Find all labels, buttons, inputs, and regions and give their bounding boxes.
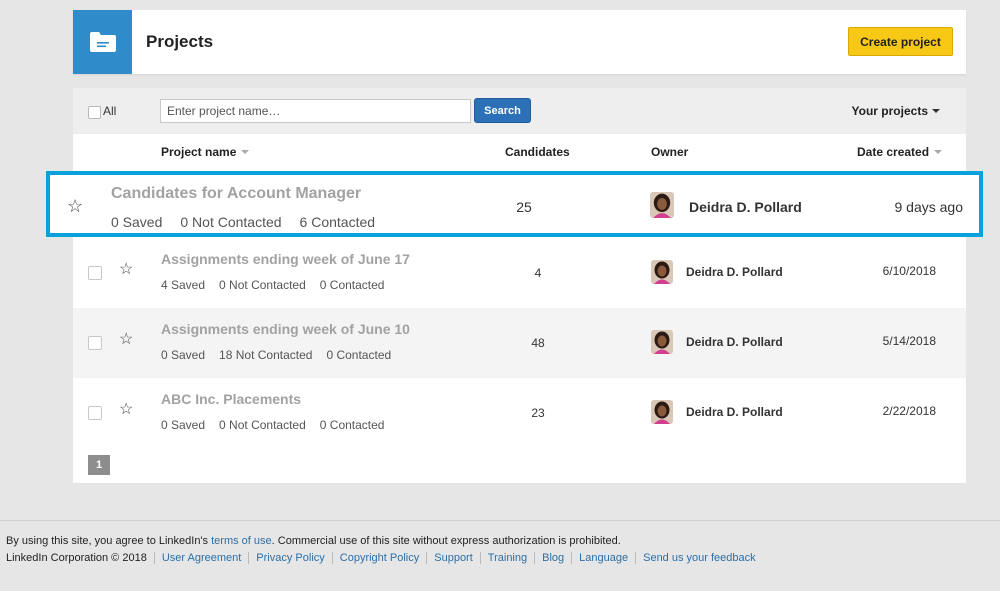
column-headers: Project name Candidates Owner Date creat… [73, 134, 966, 168]
column-date-created-label: Date created [857, 145, 930, 159]
project-name-link[interactable]: ABC Inc. Placements [161, 391, 301, 407]
saved-count[interactable]: 4 Saved [161, 278, 205, 292]
star-icon[interactable]: ☆ [119, 402, 133, 418]
candidates-count: 25 [516, 199, 532, 215]
divider [248, 552, 250, 564]
footer-link-blog[interactable]: Blog [542, 552, 564, 564]
footer-link-language[interactable]: Language [579, 552, 628, 564]
date-created: 2/22/2018 [882, 404, 936, 418]
page-footer: By using this site, you agree to LinkedI… [0, 520, 1000, 591]
projects-list: All Search Your projects Project name Ca… [73, 88, 966, 483]
not-contacted-count[interactable]: 0 Not Contacted [180, 214, 281, 230]
date-created: 9 days ago [894, 199, 964, 215]
avatar [651, 260, 673, 284]
contacted-count[interactable]: 6 Contacted [300, 214, 376, 230]
owner-name[interactable]: Deidra D. Pollard [686, 405, 783, 419]
search-button[interactable]: Search [474, 98, 531, 123]
chevron-down-icon [932, 109, 940, 113]
create-project-button[interactable]: Create project [848, 27, 953, 56]
column-owner-label: Owner [651, 145, 689, 159]
contacted-count[interactable]: 0 Contacted [320, 278, 385, 292]
list-toolbar: All Search Your projects [73, 88, 966, 134]
projects-header: Projects Create project [73, 10, 966, 74]
star-icon[interactable]: ☆ [119, 332, 133, 348]
project-stats: 0 Saved 0 Not Contacted 6 Contacted [111, 214, 393, 230]
saved-count[interactable]: 0 Saved [111, 214, 162, 230]
page-title: Projects [146, 32, 214, 51]
project-stats: 0 Saved 0 Not Contacted 0 Contacted [161, 418, 398, 432]
project-stats: 0 Saved 18 Not Contacted 0 Contacted [161, 348, 405, 362]
sort-icon [241, 150, 250, 154]
star-icon[interactable]: ☆ [67, 197, 83, 215]
project-name-link[interactable]: Assignments ending week of June 17 [161, 251, 410, 267]
footer-notice-suffix: . Commercial use of this site without ex… [271, 535, 621, 547]
search-input[interactable] [160, 99, 471, 123]
your-projects-label: Your projects [851, 104, 928, 118]
your-projects-dropdown[interactable]: Your projects [852, 104, 940, 118]
row-checkbox[interactable] [88, 406, 102, 420]
table-row[interactable]: ☆ Assignments ending week of June 10 0 S… [73, 308, 966, 378]
divider [479, 552, 481, 564]
table-row-highlighted[interactable]: ☆ Candidates for Account Manager 0 Saved… [46, 171, 983, 237]
owner-name[interactable]: Deidra D. Pollard [686, 265, 783, 279]
star-icon[interactable]: ☆ [119, 262, 133, 278]
select-all-label: All [103, 104, 117, 118]
project-name-link[interactable]: Assignments ending week of June 10 [161, 321, 410, 337]
divider [635, 552, 637, 564]
column-project-name[interactable]: Project name [161, 145, 250, 159]
not-contacted-count[interactable]: 18 Not Contacted [219, 348, 312, 362]
sort-icon [934, 150, 943, 154]
table-row[interactable]: ☆ ABC Inc. Placements 0 Saved 0 Not Conta… [73, 378, 966, 448]
footer-notice-prefix: By using this site, you agree to LinkedI… [6, 535, 212, 547]
copyright-text: LinkedIn Corporation © 2018 [6, 552, 147, 564]
row-checkbox[interactable] [88, 336, 102, 350]
footer-notice: By using this site, you agree to LinkedI… [6, 535, 621, 547]
candidates-count: 48 [531, 336, 545, 350]
divider [534, 552, 536, 564]
footer-links: LinkedIn Corporation © 2018 User Agreeme… [6, 552, 756, 564]
row-checkbox[interactable] [88, 266, 102, 280]
not-contacted-count[interactable]: 0 Not Contacted [219, 418, 306, 432]
column-candidates-label: Candidates [505, 145, 570, 159]
footer-link-feedback[interactable]: Send us your feedback [643, 552, 756, 564]
select-all-checkbox[interactable] [88, 106, 101, 119]
date-created: 6/10/2018 [882, 264, 936, 278]
candidates-count: 4 [534, 266, 542, 280]
footer-link-support[interactable]: Support [434, 552, 473, 564]
project-stats: 4 Saved 0 Not Contacted 0 Contacted [161, 278, 398, 292]
avatar [650, 192, 674, 218]
divider [153, 552, 155, 564]
divider [571, 552, 573, 564]
owner-name[interactable]: Deidra D. Pollard [689, 199, 802, 215]
owner-name[interactable]: Deidra D. Pollard [686, 335, 783, 349]
footer-link-user-agreement[interactable]: User Agreement [162, 552, 241, 564]
not-contacted-count[interactable]: 0 Not Contacted [219, 278, 306, 292]
table-row[interactable]: ☆ Assignments ending week of June 17 4 S… [73, 238, 966, 308]
terms-of-use-link[interactable]: terms of use [211, 535, 272, 547]
contacted-count[interactable]: 0 Contacted [326, 348, 391, 362]
saved-count[interactable]: 0 Saved [161, 418, 205, 432]
avatar [651, 330, 673, 354]
page-1-button[interactable]: 1 [88, 455, 110, 475]
candidates-count: 23 [531, 406, 545, 420]
column-candidates: Candidates [505, 145, 570, 159]
footer-link-training[interactable]: Training [488, 552, 527, 564]
date-created: 5/14/2018 [882, 334, 936, 348]
footer-link-copyright-policy[interactable]: Copyright Policy [340, 552, 419, 564]
folder-icon [89, 32, 116, 52]
contacted-count[interactable]: 0 Contacted [320, 418, 385, 432]
divider [426, 552, 428, 564]
project-name-link[interactable]: Candidates for Account Manager [111, 185, 361, 203]
divider [331, 552, 333, 564]
avatar [651, 400, 673, 424]
column-owner: Owner [651, 145, 688, 159]
folder-tile [73, 10, 132, 74]
column-project-name-label: Project name [161, 145, 237, 159]
saved-count[interactable]: 0 Saved [161, 348, 205, 362]
footer-link-privacy-policy[interactable]: Privacy Policy [256, 552, 324, 564]
column-date-created[interactable]: Date created [857, 145, 943, 159]
